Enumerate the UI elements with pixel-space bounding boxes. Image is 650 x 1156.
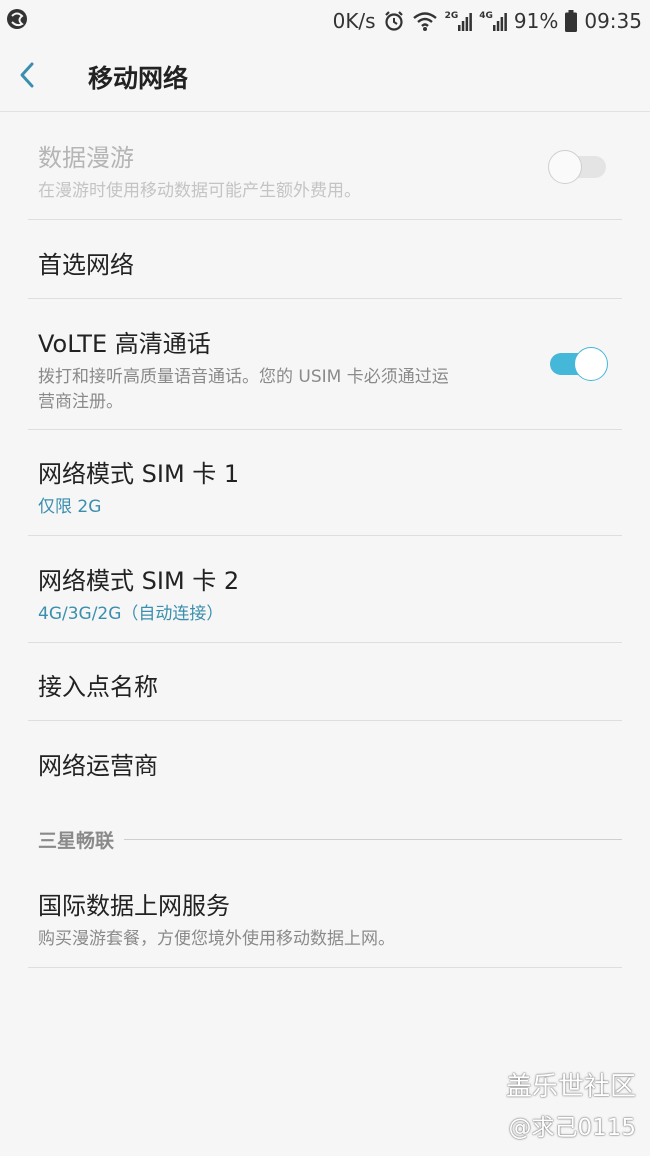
app-header: 移动网络	[0, 42, 650, 112]
toggle-knob	[574, 347, 608, 381]
volte-row[interactable]: VoLTE 高清通话 拨打和接听高质量语音通话。您的 USIM 卡必须通过运 营…	[38, 324, 518, 415]
status-left	[6, 8, 28, 35]
network-operator-title: 网络运营商	[38, 752, 158, 780]
status-bar: 0K/s 2G 4G 91% 09:35	[0, 0, 650, 42]
samsung-section-header: 三星畅联	[38, 826, 622, 853]
section-divider	[124, 839, 622, 840]
data-roaming-title: 数据漫游	[38, 144, 134, 172]
divider	[28, 642, 622, 643]
apn-title: 接入点名称	[38, 673, 158, 701]
toggle-knob	[548, 150, 582, 184]
apn-row[interactable]: 接入点名称	[38, 667, 622, 702]
preferred-network-title: 首选网络	[38, 251, 134, 279]
network-mode-sim2-title: 网络模式 SIM 卡 2	[38, 567, 240, 595]
intl-data-row[interactable]: 国际数据上网服务 购买漫游套餐，方便您境外使用移动数据上网。	[38, 886, 622, 952]
network-mode-sim1-title: 网络模式 SIM 卡 1	[38, 460, 240, 488]
volte-subtitle-line1: 拨打和接听高质量语音通话。您的 USIM 卡必须通过运	[38, 367, 449, 387]
divider	[28, 535, 622, 536]
preferred-network-row[interactable]: 首选网络	[38, 245, 622, 280]
divider	[28, 967, 622, 968]
net-speed: 0K/s	[332, 9, 376, 33]
network-mode-sim2-value: 4G/3G/2G（自动连接）	[38, 604, 224, 624]
signal-sim2-icon: 4G	[479, 11, 507, 31]
intl-data-title: 国际数据上网服务	[38, 892, 230, 920]
network-mode-sim2-row[interactable]: 网络模式 SIM 卡 2 4G/3G/2G（自动连接）	[38, 561, 622, 627]
watermark-user: @求己0115	[508, 1115, 636, 1141]
page-title: 移动网络	[88, 63, 189, 93]
sim1-network-label: 2G	[444, 11, 459, 21]
data-roaming-subtitle: 在漫游时使用移动数据可能产生额外费用。	[38, 181, 361, 201]
divider	[28, 720, 622, 721]
signal-sim1-icon: 2G	[445, 11, 473, 31]
volte-subtitle: 拨打和接听高质量语音通话。您的 USIM 卡必须通过运 营商注册。	[38, 365, 518, 415]
alarm-icon	[383, 10, 405, 32]
volte-subtitle-line2: 营商注册。	[38, 392, 123, 412]
network-mode-sim1-value: 仅限 2G	[38, 497, 102, 517]
data-roaming-toggle[interactable]	[548, 150, 608, 184]
data-roaming-row[interactable]: 数据漫游 在漫游时使用移动数据可能产生额外费用。	[38, 138, 622, 204]
screen: 0K/s 2G 4G 91% 09:35 移动网络 数据漫游 在漫游时使用移动数…	[0, 0, 650, 1156]
network-operator-row[interactable]: 网络运营商	[38, 746, 622, 781]
volte-title: VoLTE 高清通话	[38, 330, 211, 358]
battery-icon	[565, 10, 578, 32]
section-label: 三星畅联	[38, 830, 115, 852]
back-button[interactable]	[16, 42, 76, 112]
intl-data-subtitle: 购买漫游套餐，方便您境外使用移动数据上网。	[38, 929, 395, 949]
status-right: 0K/s 2G 4G 91% 09:35	[333, 9, 642, 33]
sim2-network-label: 4G	[479, 11, 493, 21]
divider	[28, 219, 622, 220]
divider	[28, 429, 622, 430]
divider	[28, 298, 622, 299]
battery-percent: 91%	[513, 9, 559, 33]
wifi-icon	[412, 10, 438, 32]
volte-toggle[interactable]	[548, 347, 608, 381]
clock: 09:35	[584, 9, 642, 33]
network-mode-sim1-row[interactable]: 网络模式 SIM 卡 1 仅限 2G	[38, 454, 622, 520]
back-arrow-icon	[16, 61, 40, 93]
watermark-community: 盖乐世社区	[505, 1072, 636, 1102]
app-notification-icon	[6, 8, 28, 35]
